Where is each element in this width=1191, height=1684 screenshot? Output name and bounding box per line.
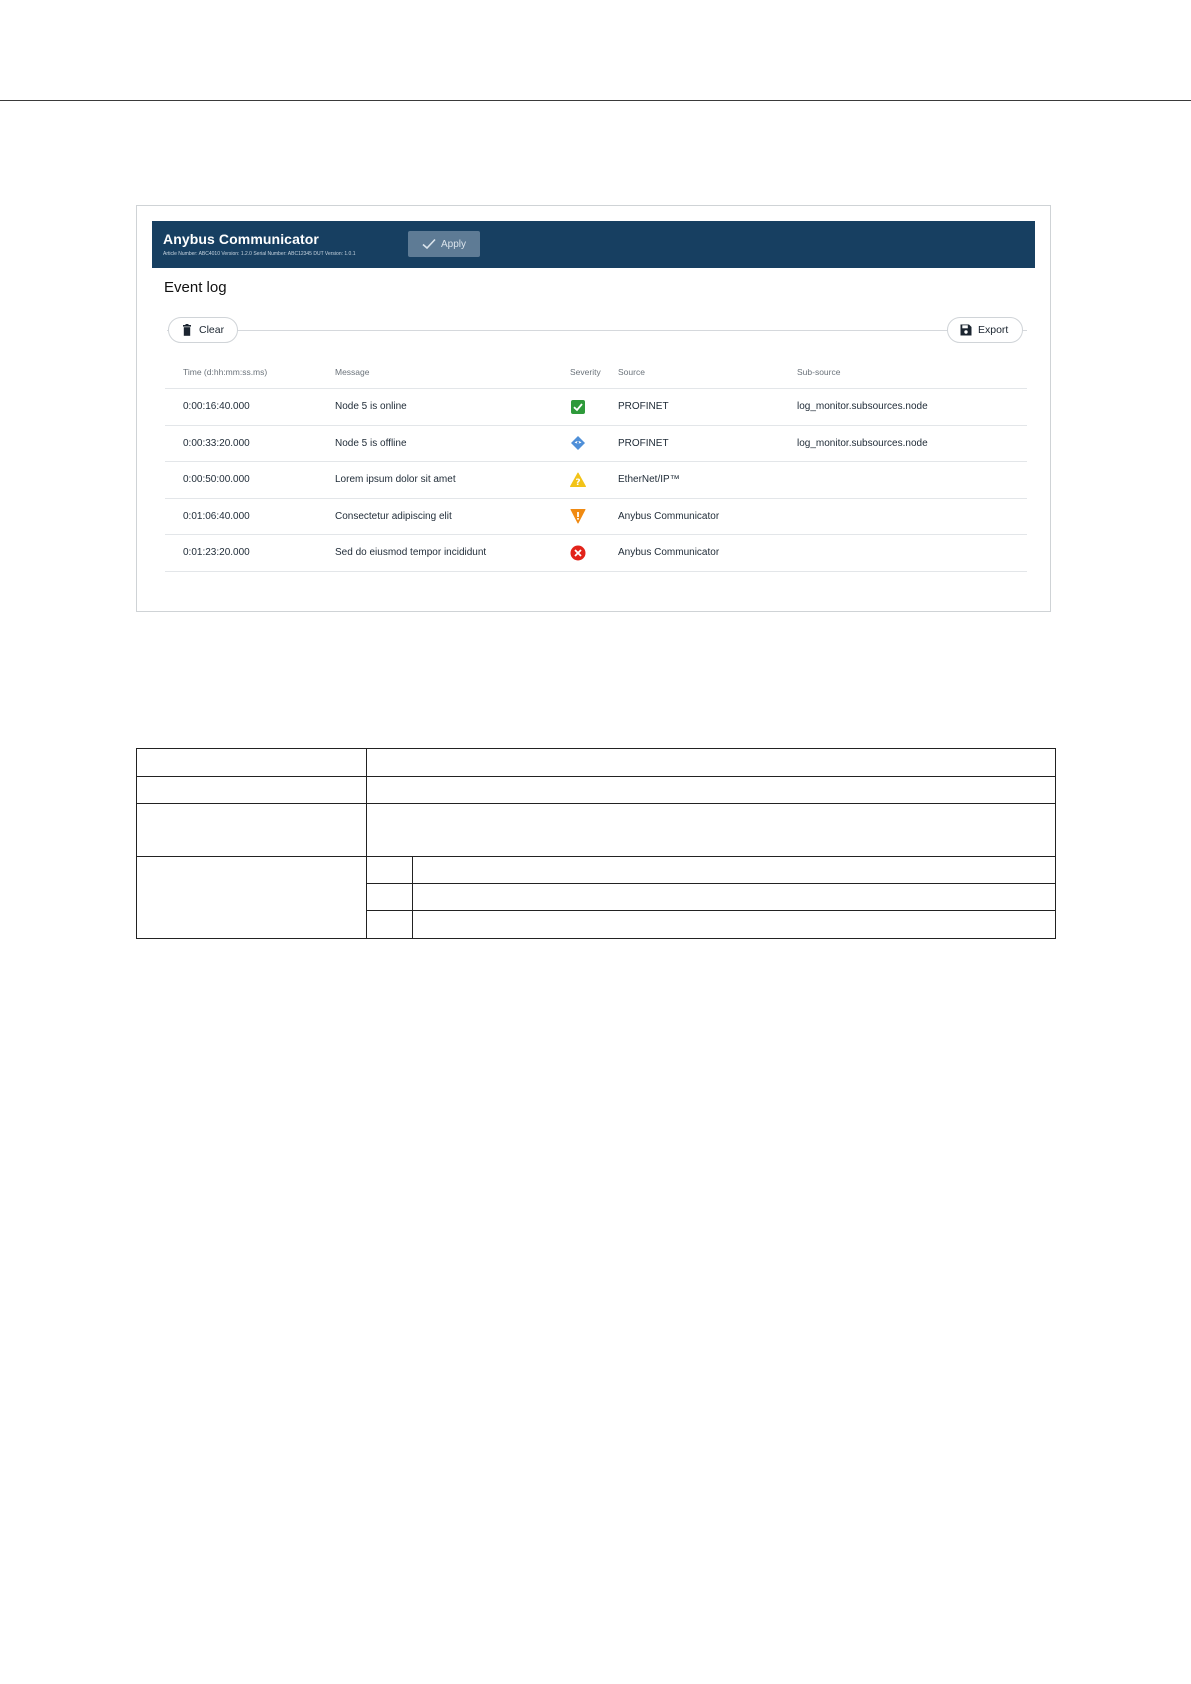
table-row[interactable]: 0:00:33:20.000 Node 5 is offline PROFINE…: [165, 425, 1027, 462]
table-rule: [137, 776, 1055, 777]
cell-subsource: [797, 534, 1027, 572]
trash-icon: [183, 324, 191, 336]
toolbar-divider: [167, 330, 1027, 331]
cell-subsource: log_monitor.subsources.node: [797, 388, 1027, 426]
cell-severity: ?: [570, 461, 618, 499]
error-icon: [570, 545, 586, 561]
column-header-time[interactable]: Time (d:hh:mm:ss.ms): [165, 356, 335, 389]
table-rule: [137, 803, 1055, 804]
app-header: Anybus Communicator Article Number: ABC4…: [152, 221, 1035, 268]
event-log-table: Time (d:hh:mm:ss.ms) Message Severity So…: [165, 356, 1027, 572]
table-rule: [366, 910, 1055, 911]
info-icon: [571, 436, 585, 451]
table-row[interactable]: 0:01:06:40.000 Consectetur adipiscing el…: [165, 498, 1027, 535]
clear-button[interactable]: Clear: [168, 317, 238, 343]
table-row[interactable]: 0:00:50:00.000 Lorem ipsum dolor sit ame…: [165, 461, 1027, 499]
page-title: Event log: [164, 279, 227, 296]
cell-time: 0:00:33:20.000: [165, 425, 335, 462]
column-header-message[interactable]: Message: [335, 356, 570, 389]
column-header-source[interactable]: Source: [618, 356, 797, 389]
cell-severity: [570, 498, 618, 535]
success-icon: [571, 399, 585, 414]
app-subtitle: Article Number: ABC4010 Version: 1.2.0 S…: [163, 251, 356, 257]
cell-subsource: log_monitor.subsources.node: [797, 425, 1027, 462]
cell-time: 0:00:16:40.000: [165, 388, 335, 426]
cell-source: PROFINET: [618, 388, 797, 426]
table-rule: [366, 749, 367, 938]
cell-severity: [570, 425, 618, 462]
description-table: [136, 748, 1056, 939]
cell-subsource: [797, 461, 1027, 499]
alert-icon: [570, 509, 586, 524]
table-rule: [412, 856, 413, 938]
cell-source: EtherNet/IP™: [618, 461, 797, 499]
table-rule: [137, 856, 1055, 857]
export-button[interactable]: Export: [947, 317, 1023, 343]
table-header-row: Time (d:hh:mm:ss.ms) Message Severity So…: [165, 356, 1027, 389]
cell-message: Consectetur adipiscing elit: [335, 498, 570, 535]
top-rule: [0, 100, 1191, 101]
cell-source: PROFINET: [618, 425, 797, 462]
cell-severity: [570, 388, 618, 426]
cell-message: Lorem ipsum dolor sit amet: [335, 461, 570, 499]
table-row[interactable]: 0:00:16:40.000 Node 5 is online PROFINET…: [165, 388, 1027, 426]
cell-message: Node 5 is online: [335, 388, 570, 426]
cell-message: Sed do eiusmod tempor incididunt: [335, 534, 570, 572]
cell-subsource: [797, 498, 1027, 535]
check-icon: [422, 238, 436, 250]
app-title: Anybus Communicator: [163, 231, 319, 247]
cell-time: 0:00:50:00.000: [165, 461, 335, 499]
cell-time: 0:01:06:40.000: [165, 498, 335, 535]
save-icon: [960, 324, 972, 336]
cell-time: 0:01:23:20.000: [165, 534, 335, 572]
column-header-severity[interactable]: Severity: [570, 356, 618, 389]
table-rule: [366, 883, 1055, 884]
cell-source: Anybus Communicator: [618, 498, 797, 535]
cell-message: Node 5 is offline: [335, 425, 570, 462]
apply-button[interactable]: Apply: [408, 231, 480, 257]
apply-label: Apply: [440, 238, 466, 250]
clear-label: Clear: [199, 324, 225, 336]
cell-severity: [570, 534, 618, 572]
svg-text:?: ?: [575, 478, 580, 488]
table-row[interactable]: 0:01:23:20.000 Sed do eiusmod tempor inc…: [165, 534, 1027, 572]
warning-icon: ?: [570, 472, 586, 488]
screenshot-frame: Anybus Communicator Article Number: ABC4…: [136, 205, 1051, 612]
column-header-subsource[interactable]: Sub-source: [797, 356, 1027, 389]
export-label: Export: [978, 324, 1009, 336]
cell-source: Anybus Communicator: [618, 534, 797, 572]
